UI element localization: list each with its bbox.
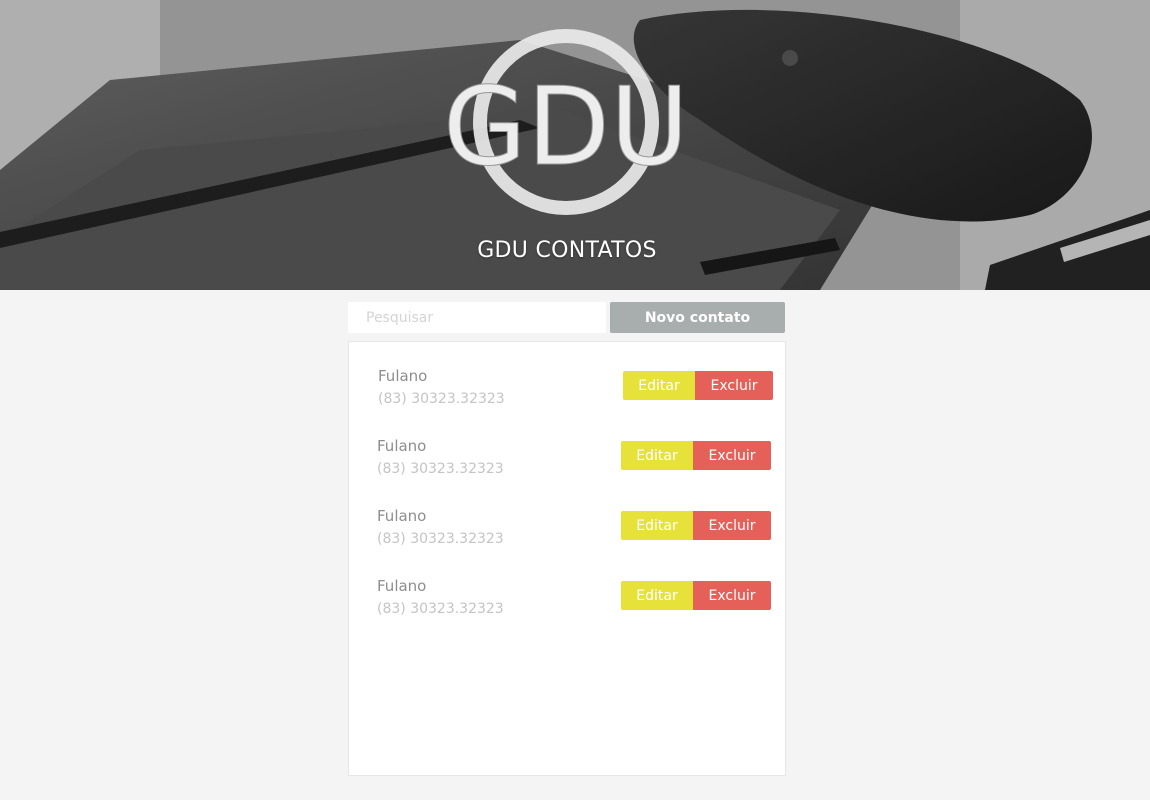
contact-phone: (83) 30323.32323 [378, 391, 505, 407]
logo-text: GDU [444, 65, 688, 190]
toolbar: Novo contato [348, 302, 786, 333]
list-item: Fulano (83) 30323.32323 Editar Excluir [377, 437, 771, 487]
delete-button[interactable]: Excluir [695, 371, 773, 400]
contact-name: Fulano [377, 507, 427, 525]
edit-button[interactable]: Editar [621, 581, 693, 610]
gdu-logo: GDU [444, 29, 688, 215]
contact-actions: Editar Excluir [621, 581, 771, 610]
app-title: GDU CONTATOS [477, 238, 657, 263]
contact-name: Fulano [377, 437, 427, 455]
contact-name: Fulano [378, 367, 428, 385]
contact-name: Fulano [377, 577, 427, 595]
header-banner: GDU GDU CONTATOS [0, 0, 1150, 290]
contact-phone: (83) 30323.32323 [377, 461, 504, 477]
list-item: Fulano (83) 30323.32323 Editar Excluir [377, 577, 771, 627]
delete-button[interactable]: Excluir [693, 441, 771, 470]
search-input[interactable] [348, 302, 606, 333]
edit-button[interactable]: Editar [621, 511, 693, 540]
list-item: Fulano (83) 30323.32323 Editar Excluir [378, 367, 773, 417]
delete-button[interactable]: Excluir [693, 511, 771, 540]
edit-button[interactable]: Editar [621, 441, 693, 470]
edit-button[interactable]: Editar [623, 371, 695, 400]
delete-button[interactable]: Excluir [693, 581, 771, 610]
contact-phone: (83) 30323.32323 [377, 601, 504, 617]
contact-actions: Editar Excluir [621, 441, 771, 470]
contact-actions: Editar Excluir [621, 511, 771, 540]
contact-phone: (83) 30323.32323 [377, 531, 504, 547]
new-contact-button[interactable]: Novo contato [610, 302, 785, 333]
contact-list: Fulano (83) 30323.32323 Editar Excluir F… [348, 341, 786, 776]
contact-actions: Editar Excluir [623, 371, 773, 400]
list-item: Fulano (83) 30323.32323 Editar Excluir [377, 507, 771, 557]
